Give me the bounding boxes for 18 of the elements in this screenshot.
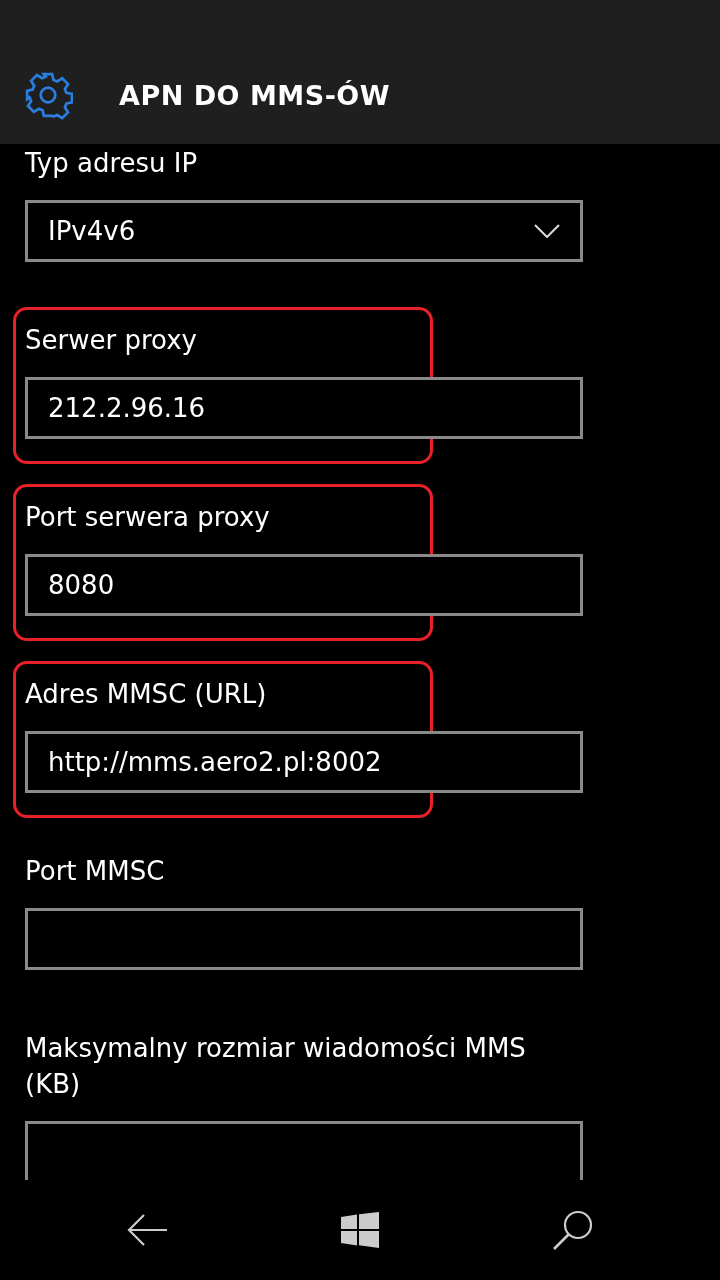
field-label: Typ adresu IP [25, 147, 199, 180]
input-field[interactable]: http://mms.aero2.pl:8002 [25, 731, 583, 793]
input-field[interactable] [25, 1121, 583, 1183]
input-field[interactable]: 8080 [25, 554, 583, 616]
field-label: Adres MMSC (URL) [25, 678, 268, 711]
field-label: Port serwera proxy [25, 501, 271, 534]
field-label: Port MMSC [25, 855, 166, 888]
page-title: APN DO MMS-ÓW [119, 79, 391, 111]
field-label: Maksymalny rozmiar wiadomości MMS (KB) [25, 1032, 527, 1101]
back-icon[interactable] [126, 1213, 169, 1247]
search-icon[interactable] [551, 1209, 594, 1251]
settings-icon [23, 70, 73, 120]
input-field[interactable] [25, 908, 583, 970]
field-label: Serwer proxy [25, 324, 198, 357]
chevron-down-icon [534, 224, 560, 238]
input-field[interactable]: 212.2.96.16 [25, 377, 583, 439]
dropdown[interactable]: IPv4v6 [25, 200, 583, 262]
windows-logo-icon[interactable] [341, 1212, 379, 1248]
